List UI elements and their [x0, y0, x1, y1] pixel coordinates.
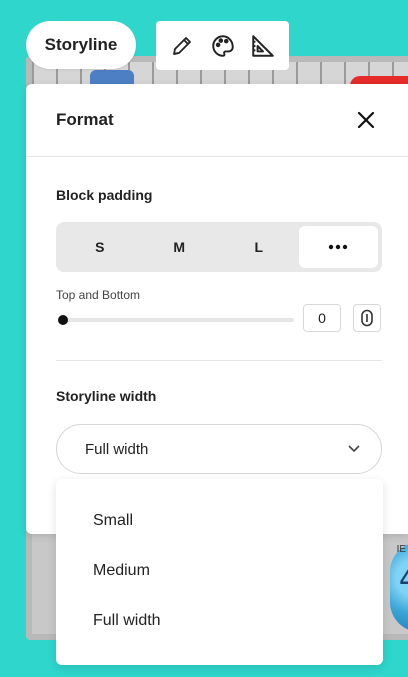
- padding-option-s[interactable]: S: [60, 226, 140, 268]
- close-icon: [357, 111, 375, 129]
- link-icon: [361, 309, 373, 327]
- set-square-icon: [252, 34, 274, 57]
- panel-header: Format: [26, 84, 408, 157]
- block-padding-label: Block padding: [56, 187, 153, 203]
- width-option-full[interactable]: Full width: [56, 596, 383, 646]
- padding-option-l[interactable]: L: [219, 226, 299, 268]
- padding-slider-handle[interactable]: [58, 315, 68, 325]
- storyline-width-dropdown: Small Medium Full width: [56, 479, 383, 665]
- storyline-width-label: Storyline width: [56, 388, 157, 404]
- format-panel: Format Block padding S M L Top and Botto…: [26, 84, 408, 534]
- theme-button[interactable]: [209, 32, 237, 60]
- storyline-width-value: Full width: [85, 440, 149, 458]
- width-option-medium[interactable]: Medium: [56, 546, 383, 596]
- format-button[interactable]: [249, 32, 277, 60]
- block-padding-selector: S M L: [56, 222, 382, 272]
- padding-option-m[interactable]: M: [140, 226, 220, 268]
- padding-slider-track[interactable]: [60, 318, 294, 322]
- link-values-button[interactable]: [353, 304, 381, 332]
- more-dots-icon: [329, 244, 348, 250]
- close-button[interactable]: [354, 108, 378, 132]
- block-toolbar: [156, 21, 289, 70]
- palette-icon: [211, 34, 234, 57]
- top-bottom-label: Top and Bottom: [56, 288, 141, 302]
- storyline-pill[interactable]: Storyline: [26, 21, 136, 69]
- storyline-width-select[interactable]: Full width: [56, 424, 382, 474]
- width-option-small[interactable]: Small: [56, 496, 383, 546]
- panel-title: Format: [56, 110, 114, 129]
- section-divider: [56, 360, 382, 361]
- chevron-down-icon: [348, 445, 360, 453]
- pencil-icon: [173, 36, 192, 55]
- padding-value-input[interactable]: 0: [303, 304, 341, 332]
- padding-option-custom[interactable]: [298, 226, 378, 268]
- edit-button[interactable]: [168, 32, 196, 60]
- preview-number: 4: [399, 562, 408, 597]
- preview-text: IE 20: [396, 544, 408, 555]
